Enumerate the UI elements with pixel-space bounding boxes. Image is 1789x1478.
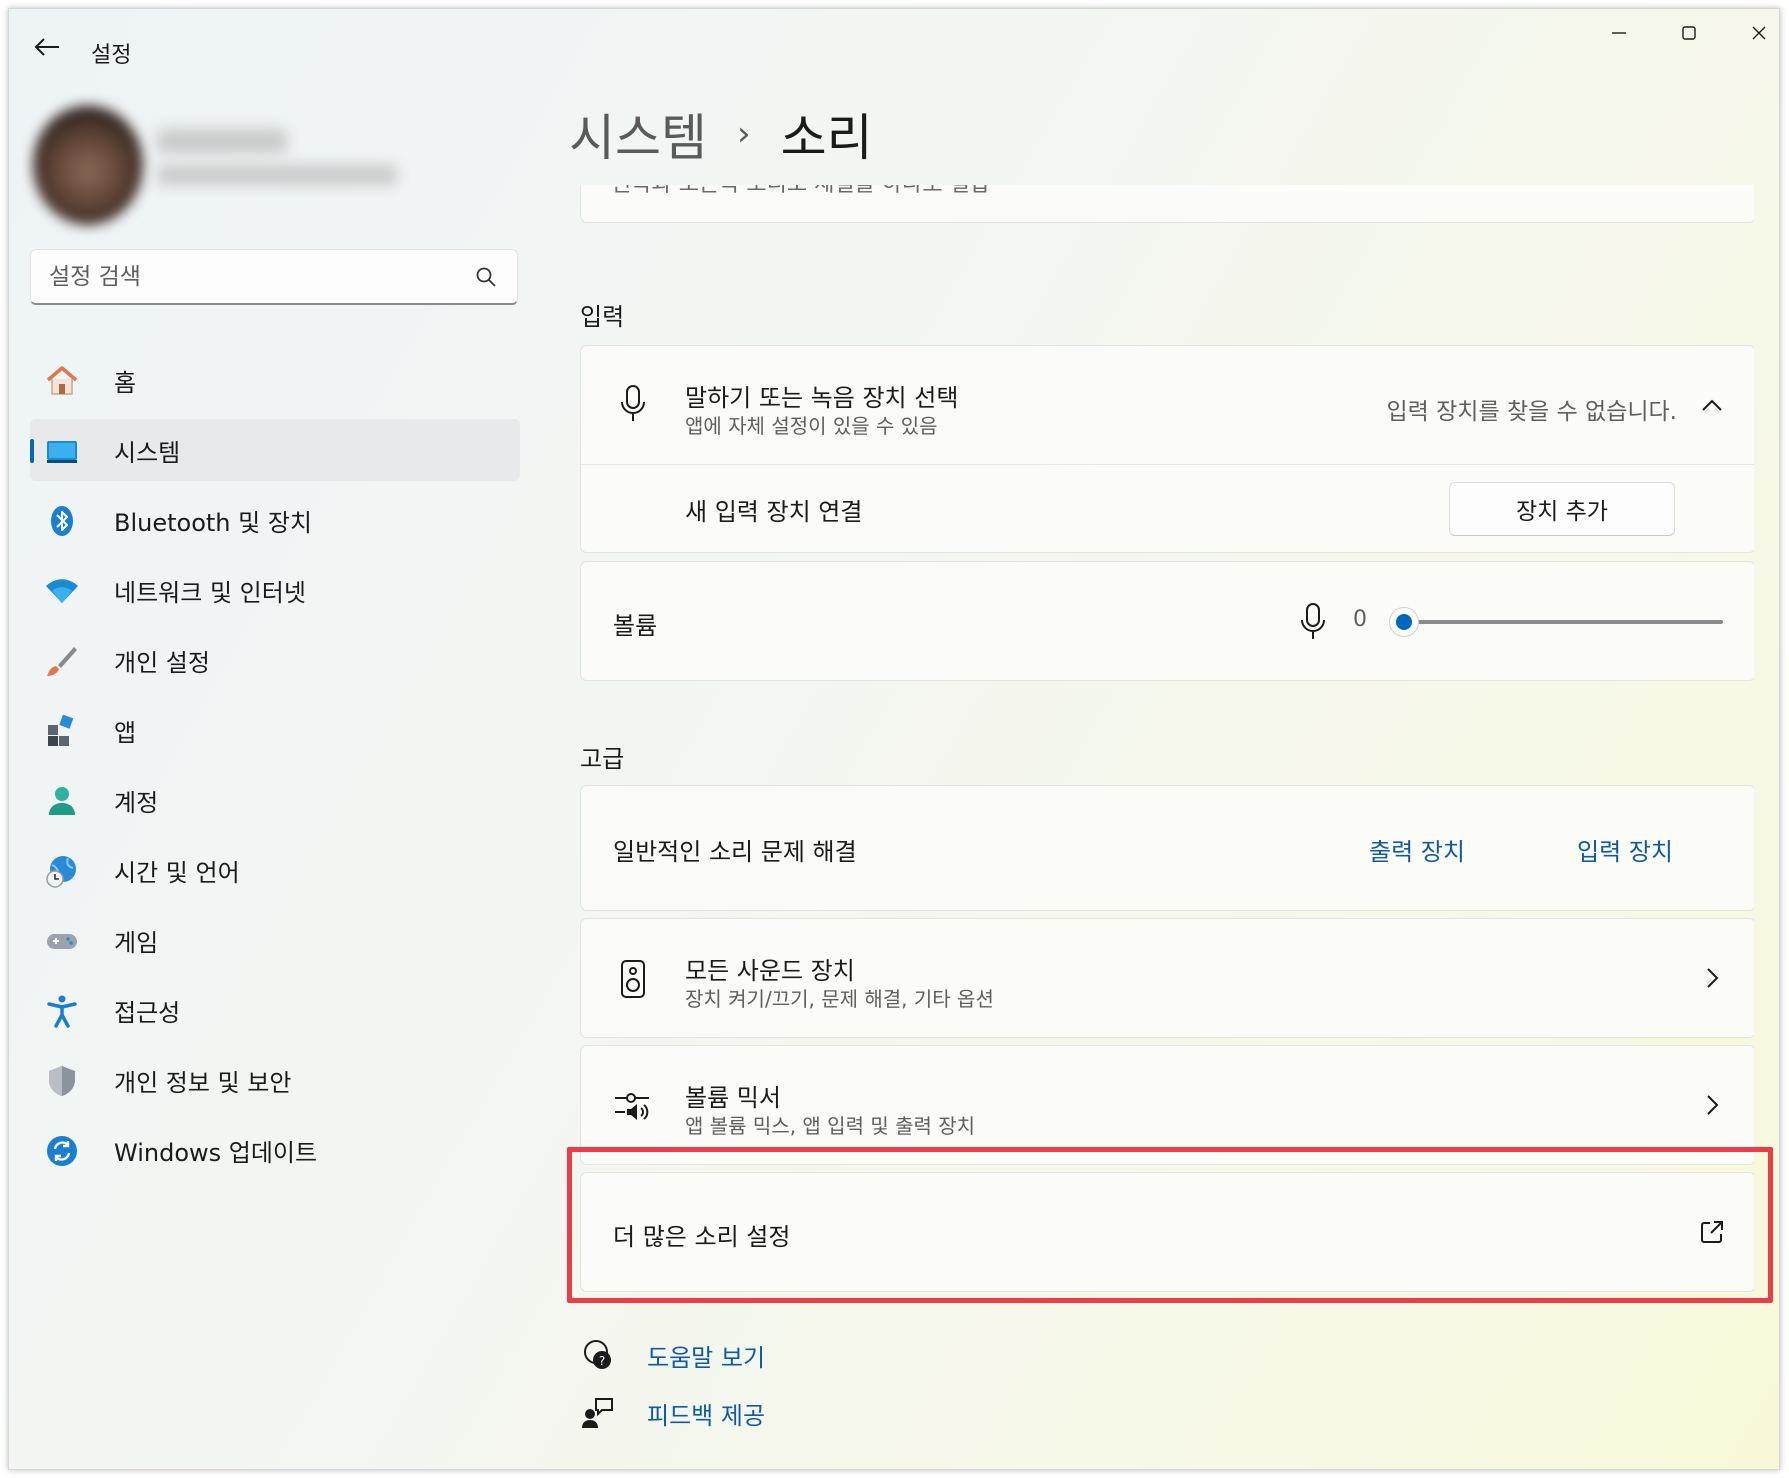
microphone-icon xyxy=(613,384,653,424)
volume-mixer-title: 볼륨 믹서 xyxy=(685,1084,781,1112)
sidebar-item-label: 앱 xyxy=(114,718,137,747)
input-device-card: 말하기 또는 녹음 장치 선택 앱에 자체 설정이 있을 수 있음 입력 장치를… xyxy=(580,345,1754,553)
microphone-icon xyxy=(1293,602,1333,642)
profile-name-blurred xyxy=(157,129,287,153)
troubleshoot-input-link[interactable]: 입력 장치 xyxy=(1577,832,1673,867)
search-input[interactable] xyxy=(49,250,449,304)
sidebar-item-label: 접근성 xyxy=(114,998,181,1027)
chevron-up-icon[interactable] xyxy=(1697,390,1727,420)
sidebar-item-windows-update[interactable]: Windows 업데이트 xyxy=(30,1119,520,1181)
sidebar-item-gaming[interactable]: 게임 xyxy=(30,909,520,971)
sidebar-item-label: 시스템 xyxy=(114,438,181,467)
user-profile[interactable] xyxy=(27,99,407,239)
close-button[interactable] xyxy=(1729,15,1779,51)
help-link[interactable]: 도움말 보기 xyxy=(647,1338,765,1373)
breadcrumb-separator: › xyxy=(737,114,751,154)
feedback-link-row[interactable]: 피드백 제공 xyxy=(579,1393,765,1433)
avatar xyxy=(33,105,143,225)
sidebar-item-label: 개인 정보 및 보안 xyxy=(114,1068,292,1097)
all-sound-devices-subtitle: 장치 켜기/끄기, 문제 해결, 기타 옵션 xyxy=(685,987,994,1011)
divider xyxy=(581,464,1754,465)
input-device-status: 입력 장치를 찾을 수 없습니다. xyxy=(1386,399,1677,425)
bluetooth-icon xyxy=(44,503,80,539)
sidebar-item-time-language[interactable]: 시간 및 언어 xyxy=(30,839,520,901)
volume-mixer-subtitle: 앱 볼륨 믹스, 앱 입력 및 출력 장치 xyxy=(685,1114,976,1138)
wifi-icon xyxy=(44,573,80,609)
svg-text:?: ? xyxy=(599,1354,605,1368)
volume-title: 볼륨 xyxy=(613,612,658,640)
close-icon xyxy=(1752,26,1766,40)
feedback-link[interactable]: 피드백 제공 xyxy=(647,1396,765,1431)
all-sound-devices-title: 모든 사운드 장치 xyxy=(685,957,855,985)
connect-input-title: 새 입력 장치 연결 xyxy=(685,498,863,526)
chevron-right-icon xyxy=(1697,1090,1727,1120)
all-sound-devices-card[interactable]: 모든 사운드 장치 장치 켜기/끄기, 문제 해결, 기타 옵션 xyxy=(580,918,1754,1038)
sidebar-item-personalization[interactable]: 개인 설정 xyxy=(30,629,520,691)
chevron-right-icon xyxy=(1697,963,1727,993)
brush-icon xyxy=(44,643,80,679)
sidebar-item-label: 계정 xyxy=(114,788,159,817)
system-icon xyxy=(44,433,80,469)
apps-icon xyxy=(44,713,80,749)
add-device-button[interactable]: 장치 추가 xyxy=(1449,482,1675,536)
advanced-section-title: 고급 xyxy=(580,745,625,773)
sidebar-item-home[interactable]: 홈 xyxy=(30,349,520,411)
sidebar-item-apps[interactable]: 앱 xyxy=(30,699,520,761)
input-device-title: 말하기 또는 녹음 장치 선택 xyxy=(685,384,959,412)
update-icon xyxy=(44,1133,80,1169)
back-button[interactable] xyxy=(27,27,67,67)
sidebar-item-accessibility[interactable]: 접근성 xyxy=(30,979,520,1041)
mono-audio-description: 왼쪽과 오른쪽 오디오 채널을 하나로 결합 xyxy=(611,185,990,198)
volume-slider-thumb[interactable] xyxy=(1389,607,1419,637)
globe-clock-icon xyxy=(44,853,80,889)
search-icon[interactable] xyxy=(475,266,497,288)
volume-value: 0 xyxy=(1353,607,1367,632)
sidebar-item-accounts[interactable]: 계정 xyxy=(30,769,520,831)
sidebar-item-label: 게임 xyxy=(114,928,159,957)
arrow-left-icon xyxy=(34,38,59,56)
sidebar-item-label: 홈 xyxy=(114,368,137,397)
input-section-title: 입력 xyxy=(580,303,625,331)
home-icon xyxy=(44,363,80,399)
troubleshoot-title: 일반적인 소리 문제 해결 xyxy=(613,838,857,866)
volume-slider-track[interactable] xyxy=(1403,620,1723,624)
sidebar-item-privacy[interactable]: 개인 정보 및 보안 xyxy=(30,1049,520,1111)
sidebar-item-network[interactable]: 네트워크 및 인터넷 xyxy=(30,559,520,621)
sidebar-item-system[interactable]: 시스템 xyxy=(30,419,520,481)
search-box xyxy=(30,249,518,305)
sidebar-item-label: Bluetooth 및 장치 xyxy=(114,508,313,537)
maximize-icon xyxy=(1682,26,1696,40)
settings-window: 설정 홈 시스템 xyxy=(8,8,1780,1470)
input-device-subtitle: 앱에 자체 설정이 있을 수 있음 xyxy=(685,414,938,438)
gamepad-icon xyxy=(44,923,80,959)
breadcrumb: 시스템 › 소리 xyxy=(569,99,873,169)
sidebar-item-label: 시간 및 언어 xyxy=(114,858,240,887)
troubleshoot-card: 일반적인 소리 문제 해결 출력 장치 입력 장치 xyxy=(580,785,1754,911)
input-volume-card: 볼륨 0 xyxy=(580,561,1754,681)
profile-email-blurred xyxy=(157,165,397,185)
title-bar: 설정 xyxy=(9,9,1779,77)
sidebar-nav: 홈 시스템 Bluetooth 및 장치 네트워크 및 인터넷 개인 설정 앱 … xyxy=(30,349,520,1189)
page-title: 소리 xyxy=(780,109,873,167)
shield-icon xyxy=(44,1063,80,1099)
mono-audio-card[interactable]: 왼쪽과 오른쪽 오디오 채널을 하나로 결합 xyxy=(580,185,1754,223)
minimize-icon xyxy=(1612,32,1626,34)
app-title: 설정 xyxy=(91,43,132,68)
help-icon: ? xyxy=(579,1337,615,1373)
troubleshoot-output-link[interactable]: 출력 장치 xyxy=(1369,832,1465,867)
speaker-icon xyxy=(613,959,653,999)
sidebar-item-label: 네트워크 및 인터넷 xyxy=(114,578,306,607)
minimize-button[interactable] xyxy=(1589,15,1649,51)
maximize-button[interactable] xyxy=(1659,15,1719,51)
sidebar-item-label: Windows 업데이트 xyxy=(114,1138,318,1167)
volume-mixer-icon xyxy=(613,1086,653,1126)
account-icon xyxy=(44,783,80,819)
breadcrumb-parent[interactable]: 시스템 xyxy=(569,98,707,170)
sidebar-item-bluetooth[interactable]: Bluetooth 및 장치 xyxy=(30,489,520,551)
accessibility-icon xyxy=(44,993,80,1029)
help-link-row[interactable]: ? 도움말 보기 xyxy=(579,1335,765,1375)
feedback-icon xyxy=(579,1395,615,1431)
highlight-box xyxy=(567,1147,1773,1303)
sidebar-item-label: 개인 설정 xyxy=(114,648,210,677)
